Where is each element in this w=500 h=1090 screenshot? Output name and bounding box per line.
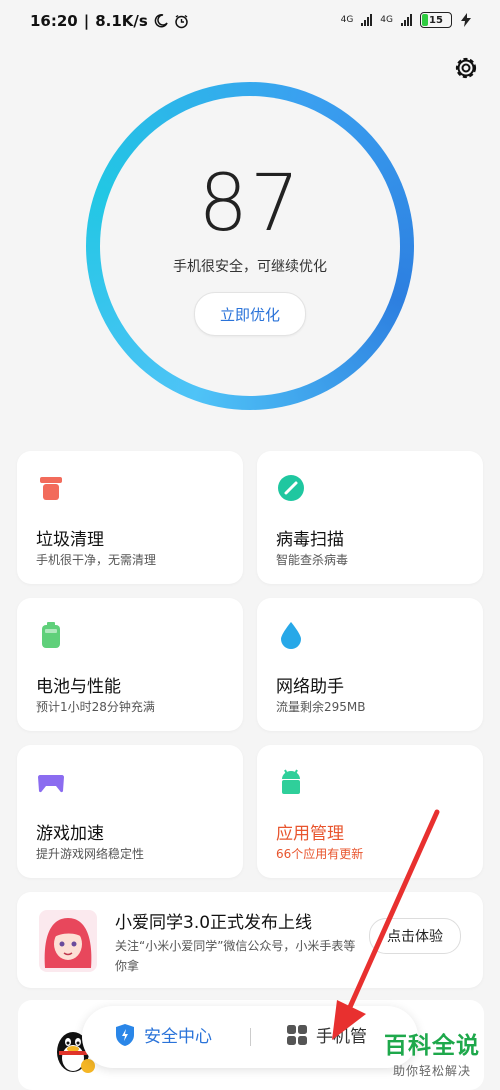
optimize-button[interactable]: 立即优化: [194, 292, 306, 336]
card-title: 电池与性能: [36, 677, 121, 697]
bottom-nav: 安全中心 手机管: [82, 1006, 418, 1068]
nav-divider: [250, 1028, 251, 1046]
score-message: 手机很安全，可继续优化: [173, 259, 327, 275]
status-left: 16:20 | 8.1K/s: [30, 12, 189, 30]
promo-title: 小爱同学3.0正式发布上线: [115, 913, 313, 933]
card-subtitle: 手机很干净，无需清理: [36, 553, 157, 567]
card-title: 网络助手: [276, 677, 344, 697]
card-subtitle: 流量剩余295MB: [276, 700, 366, 714]
gamepad-icon: [38, 775, 64, 793]
shield-icon: [116, 1023, 134, 1046]
status-right: 4G 4G 15: [341, 12, 472, 28]
battery-icon: [42, 622, 60, 648]
card-app-manager[interactable]: 应用管理 66个应用有更新: [257, 745, 483, 878]
water-drop-icon: [281, 622, 301, 649]
virus-scan-icon: [278, 475, 304, 501]
grid-icon: [287, 1024, 307, 1045]
card-title: 垃圾清理: [36, 530, 104, 550]
nav-security-label: 安全中心: [144, 1027, 212, 1047]
try-button[interactable]: 点击体验: [369, 918, 461, 954]
watermark-main: 百科全说: [384, 1033, 480, 1059]
trash-icon: [40, 477, 62, 500]
status-speed: 8.1K/s: [95, 12, 148, 30]
alarm-icon: [175, 14, 188, 28]
card-virus-scan[interactable]: 病毒扫描 智能查杀病毒: [257, 451, 483, 584]
nav-security-center[interactable]: 安全中心: [114, 1022, 212, 1047]
watermark-sub: 助你轻松解决: [392, 1064, 471, 1078]
card-network[interactable]: 网络助手 流量剩余295MB: [257, 598, 483, 731]
card-title: 病毒扫描: [276, 530, 344, 550]
watermark: 百科全说 助你轻松解决: [376, 1026, 488, 1079]
nav-phone-manager[interactable]: 手机管: [286, 1022, 367, 1047]
promo-card[interactable]: 小爱同学3.0正式发布上线 关注“小米小爱同学”微信公众号，小米手表等你拿 点击…: [17, 892, 483, 988]
net-label-2: 4G: [380, 15, 393, 25]
net-label-1: 4G: [340, 15, 354, 25]
battery-indicator: 15: [420, 12, 452, 28]
charging-icon: [461, 13, 471, 27]
battery-level: 15: [429, 14, 443, 26]
card-subtitle: 智能查杀病毒: [276, 553, 349, 567]
promo-description: 关注“小米小爱同学”微信公众号，小米手表等你拿: [115, 939, 356, 973]
android-icon: [282, 769, 300, 794]
card-title: 应用管理: [276, 824, 344, 844]
card-game-boost[interactable]: 游戏加速 提升游戏网络稳定性: [17, 745, 243, 878]
xiaoai-avatar: [39, 910, 97, 972]
card-subtitle: 提升游戏网络稳定性: [36, 847, 145, 861]
settings-gear-icon[interactable]: [452, 54, 480, 82]
security-score: 87: [198, 159, 302, 249]
card-title: 游戏加速: [36, 824, 104, 844]
signal-icon-2: [401, 14, 412, 26]
card-junk-clean[interactable]: 垃圾清理 手机很干净，无需清理: [17, 451, 243, 584]
status-sep: |: [83, 12, 90, 30]
nav-manager-label: 手机管: [316, 1027, 367, 1047]
card-subtitle: 预计1小时28分钟充满: [36, 700, 155, 714]
card-subtitle: 66个应用有更新: [276, 847, 364, 861]
moon-icon: [154, 14, 168, 28]
status-time: 16:20: [30, 12, 78, 30]
status-bar: 16:20 | 8.1K/s 4G 4G 15: [0, 0, 500, 44]
card-battery[interactable]: 电池与性能 预计1小时28分钟充满: [17, 598, 243, 731]
signal-icon: [361, 14, 373, 26]
